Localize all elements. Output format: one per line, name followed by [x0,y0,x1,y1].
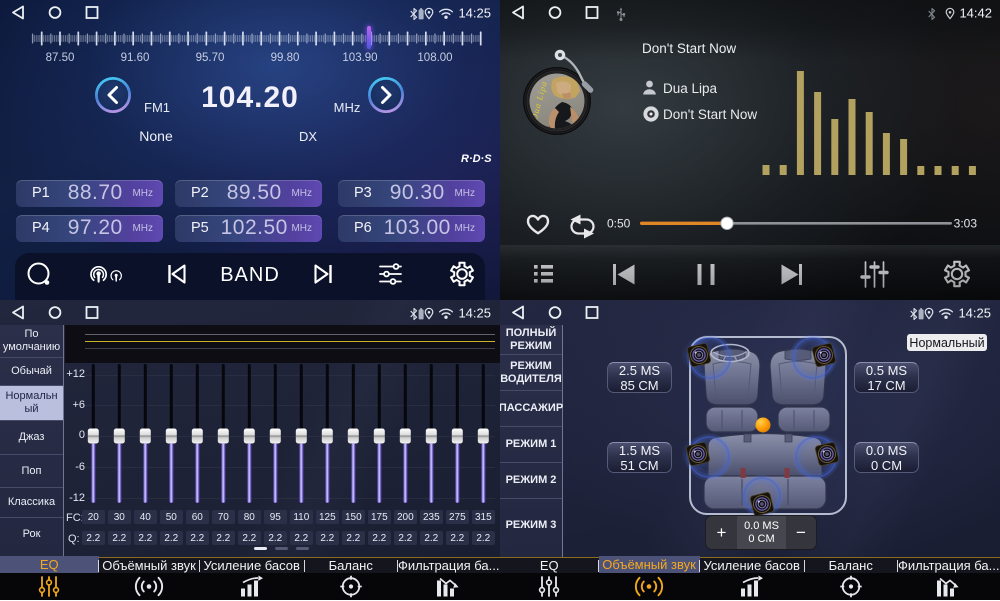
svg-text:14:25: 14:25 [458,6,491,21]
svg-text:0:50: 0:50 [607,217,631,231]
svg-text:14:25: 14:25 [458,306,491,321]
svg-text:14:42: 14:42 [959,6,992,21]
svg-text:BAND: BAND [220,264,280,286]
svg-text:3:03: 3:03 [954,217,978,231]
svg-text:14:25: 14:25 [958,306,991,321]
